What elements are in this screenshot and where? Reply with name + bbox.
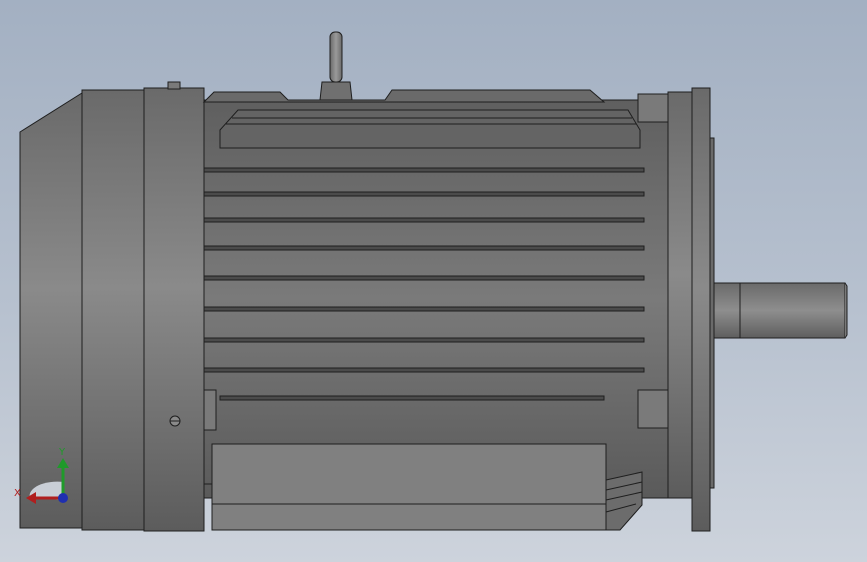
motor-model[interactable] — [19, 31, 848, 532]
bearing-cap — [709, 137, 715, 489]
foot-block-right-bottom — [637, 389, 671, 429]
foot-block-right-top — [637, 93, 671, 123]
graphics-viewport[interactable]: Y X — [0, 0, 867, 562]
foot-bevel — [605, 471, 643, 531]
terminal-box[interactable] — [219, 109, 641, 149]
end-bell-ring[interactable] — [143, 87, 205, 532]
foot-block-left — [203, 389, 217, 431]
end-bell[interactable] — [81, 89, 145, 531]
drive-end-flange[interactable] — [691, 87, 711, 532]
output-shaft[interactable] — [713, 282, 846, 339]
lower-fin-slot — [219, 395, 605, 401]
stator-housing[interactable] — [203, 99, 669, 499]
triad-z-axis-icon — [58, 493, 68, 503]
fan-cover[interactable] — [19, 92, 83, 529]
drive-end-shield[interactable] — [667, 91, 693, 499]
top-bolt — [167, 81, 181, 90]
triad-y-label: Y — [58, 447, 66, 458]
lifting-eye[interactable] — [329, 31, 343, 83]
top-frame[interactable] — [202, 89, 606, 103]
triad-x-label: X — [14, 488, 21, 499]
lifting-eye-base — [319, 81, 353, 101]
mounting-foot[interactable] — [211, 443, 607, 531]
